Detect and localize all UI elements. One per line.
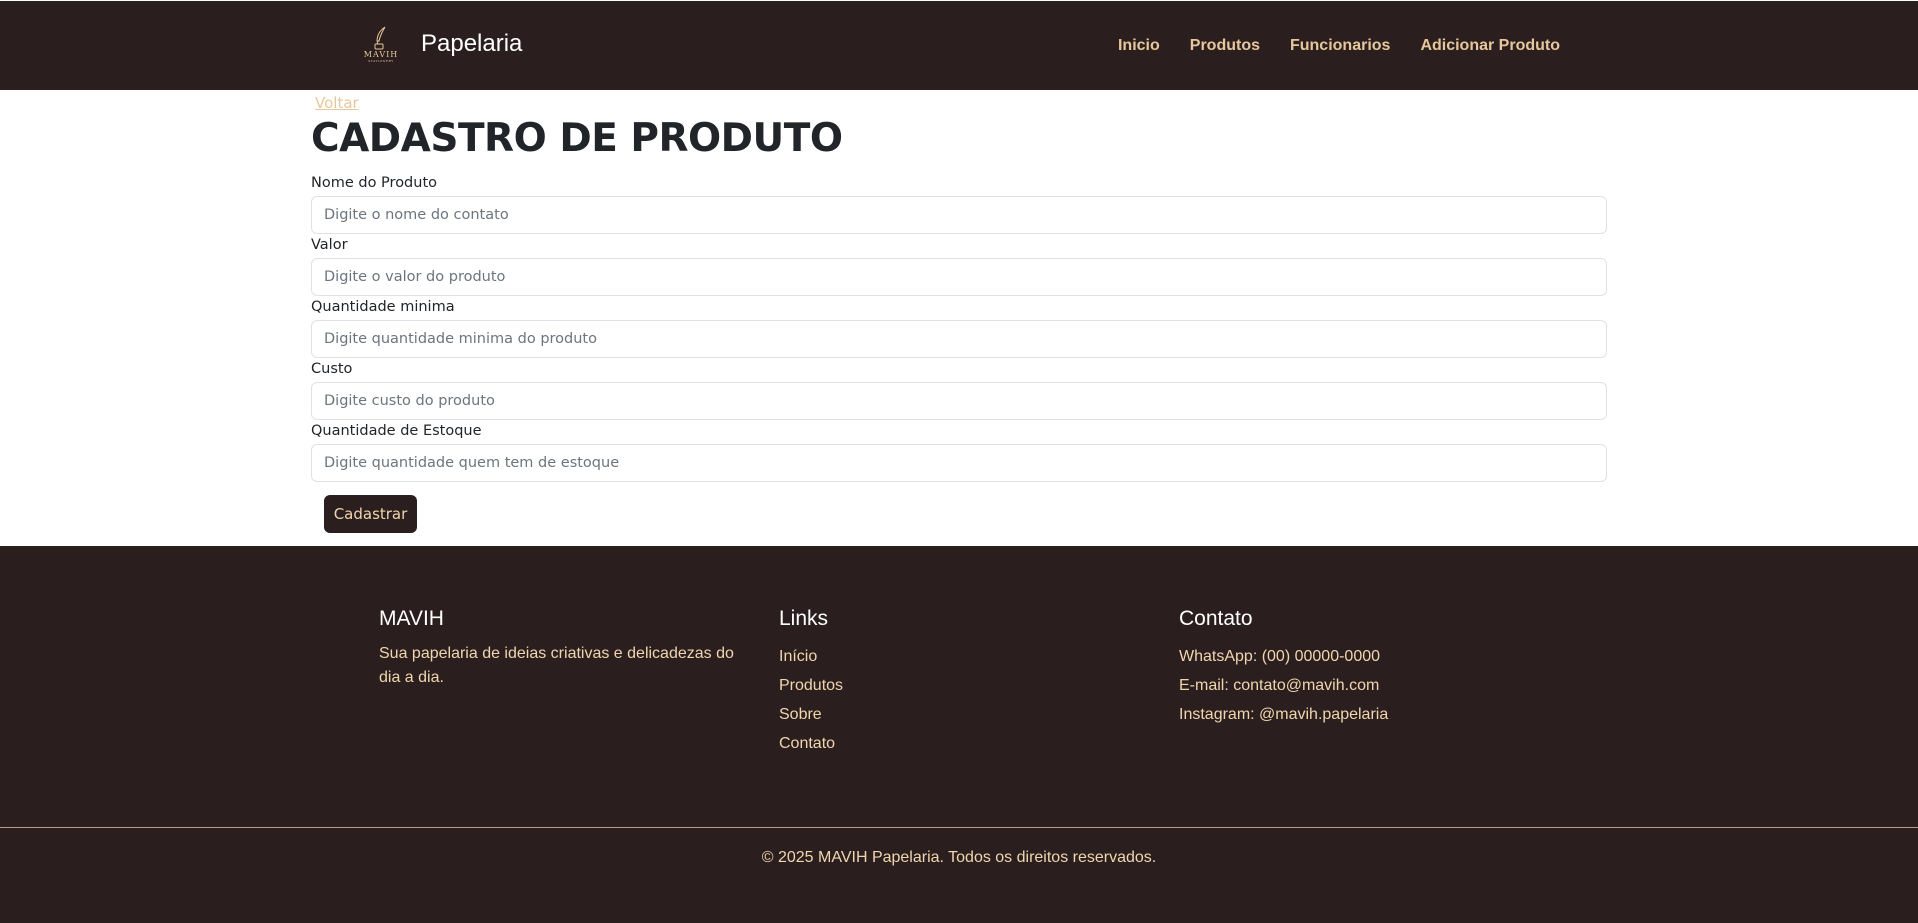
footer: MAVIH Sua papelaria de ideias criativas … (0, 546, 1918, 923)
nav-adicionar-produto[interactable]: Adicionar Produto (1420, 37, 1560, 55)
product-name-label: Nome do Produto (311, 175, 438, 191)
nav-funcionarios[interactable]: Funcionarios (1290, 37, 1390, 55)
footer-contact: Contato WhatsApp: (00) 00000-0000 E-mail… (1179, 606, 1549, 729)
footer-divider (0, 827, 1918, 828)
list-item: Início (779, 642, 1149, 671)
list-item: Contato (779, 729, 1149, 758)
footer-links: Links Início Produtos Sobre Contato (779, 606, 1149, 758)
page-title: CADASTRO DE PRODUTO (311, 116, 843, 161)
footer-contact-list: WhatsApp: (00) 00000-0000 E-mail: contat… (1179, 642, 1549, 729)
nav-produtos[interactable]: Produtos (1190, 37, 1260, 55)
footer-link-produtos[interactable]: Produtos (779, 677, 843, 694)
brand-link[interactable]: MAVIH STATIONERY Papelaria (359, 22, 522, 66)
product-form: Nome do Produto Valor Quantidade minima … (311, 174, 1607, 484)
brand-name: Papelaria (421, 30, 523, 57)
list-item: Sobre (779, 700, 1149, 729)
main-nav: Inicio Produtos Funcionarios Adicionar P… (1118, 37, 1560, 55)
cadastrar-button[interactable]: Cadastrar (324, 495, 417, 533)
footer-links-list: Início Produtos Sobre Contato (779, 642, 1149, 758)
footer-link-inicio[interactable]: Início (779, 648, 817, 665)
logo-subtext: STATIONERY (368, 58, 394, 63)
navbar: MAVIH STATIONERY Papelaria Inicio Produt… (0, 1, 1918, 90)
footer-contact-title: Contato (1179, 607, 1253, 630)
product-value-label: Valor (311, 237, 348, 253)
copyright-text: © 2025 MAVIH Papelaria. Todos os direito… (761, 849, 1157, 866)
product-name-input[interactable] (311, 196, 1607, 234)
min-quantity-label: Quantidade minima (311, 299, 455, 315)
footer-about-title: MAVIH (379, 607, 444, 630)
list-item: Produtos (779, 671, 1149, 700)
contact-whatsapp: WhatsApp: (00) 00000-0000 (1179, 648, 1381, 665)
stock-quantity-input[interactable] (311, 444, 1607, 482)
brand-logo: MAVIH STATIONERY (359, 22, 403, 66)
footer-about: MAVIH Sua papelaria de ideias criativas … (379, 606, 749, 690)
product-value-input[interactable] (311, 258, 1607, 296)
contact-instagram: Instagram: @mavih.papelaria (1179, 706, 1389, 723)
footer-link-sobre[interactable]: Sobre (779, 706, 822, 723)
min-quantity-input[interactable] (311, 320, 1607, 358)
stock-quantity-label: Quantidade de Estoque (311, 423, 482, 439)
footer-link-contato[interactable]: Contato (779, 735, 835, 752)
logo-text: MAVIH (363, 49, 399, 59)
nav-inicio[interactable]: Inicio (1118, 37, 1160, 55)
footer-about-text: Sua papelaria de ideias criativas e deli… (379, 645, 734, 686)
footer-links-title: Links (779, 607, 829, 630)
contact-email: E-mail: contato@mavih.com (1179, 677, 1380, 694)
quill-inkwell-icon (374, 26, 386, 49)
cost-label: Custo (311, 361, 353, 377)
cost-input[interactable] (311, 382, 1607, 420)
back-link[interactable]: Voltar (315, 94, 359, 112)
